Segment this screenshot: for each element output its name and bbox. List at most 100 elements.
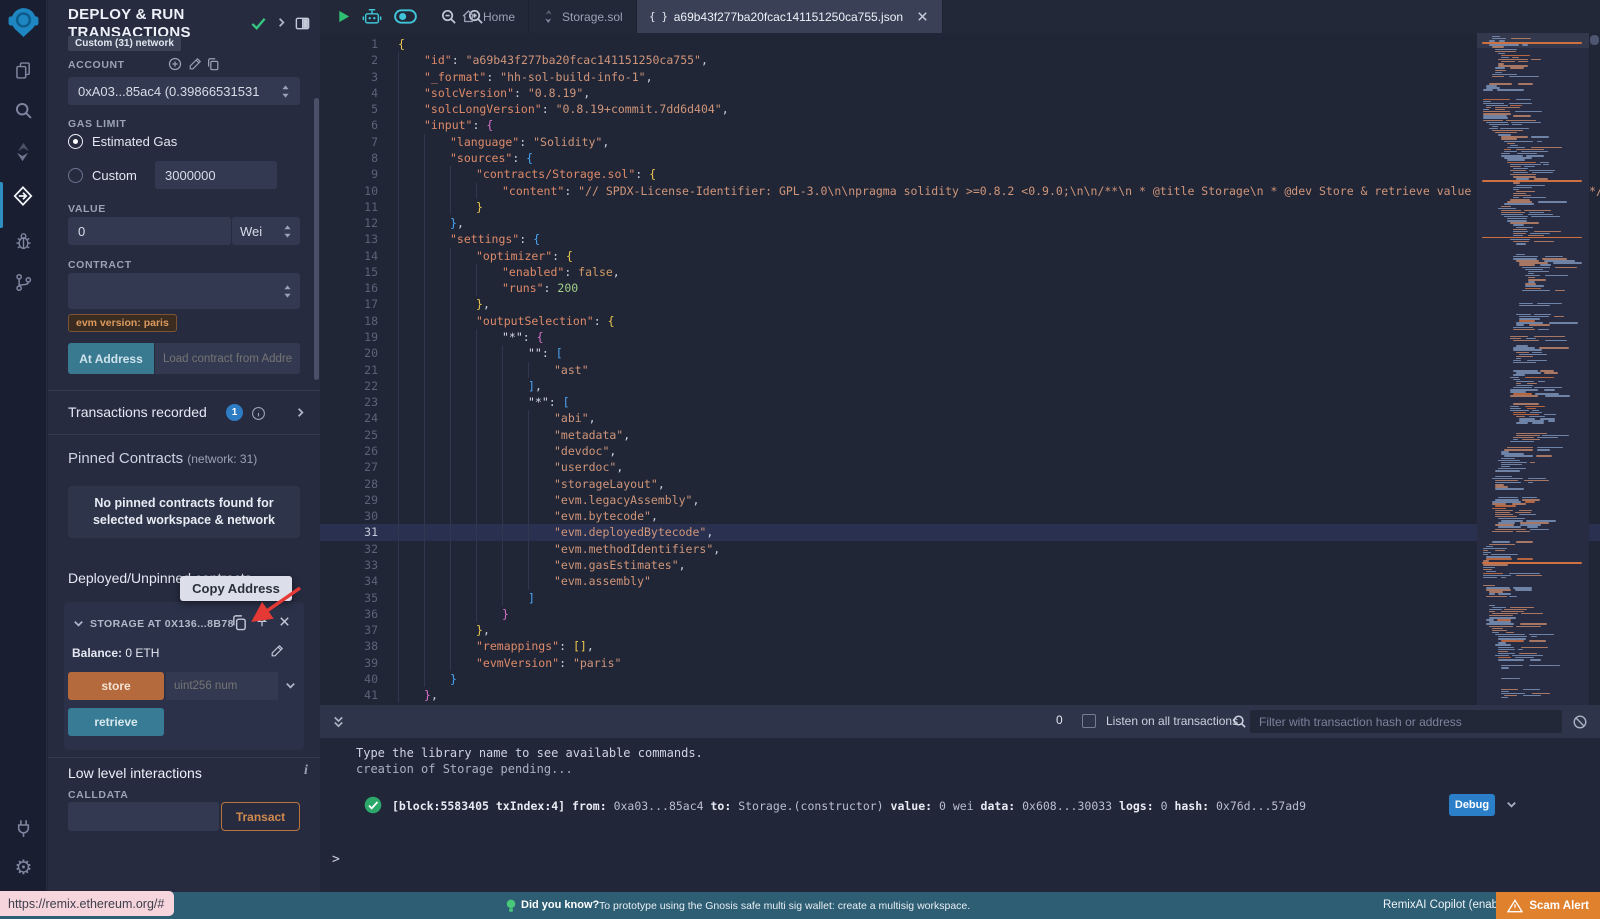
line-number[interactable]: 8 bbox=[320, 150, 378, 166]
code-line[interactable]: 10"content": "// SPDX-License-Identifier… bbox=[320, 183, 1600, 199]
line-number[interactable]: 10 bbox=[320, 183, 378, 199]
clear-console-icon[interactable] bbox=[1572, 714, 1588, 730]
code-line[interactable]: 3"_format": "hh-sol-build-info-1", bbox=[320, 69, 1600, 85]
line-number[interactable]: 4 bbox=[320, 85, 378, 101]
code-line[interactable]: 31"evm.deployedBytecode", bbox=[320, 524, 1600, 540]
line-number[interactable]: 36 bbox=[320, 606, 378, 622]
line-number[interactable]: 41 bbox=[320, 687, 378, 703]
line-number[interactable]: 30 bbox=[320, 508, 378, 524]
collapse-terminal-icon[interactable] bbox=[332, 714, 345, 730]
code-line[interactable]: 6"input": { bbox=[320, 117, 1600, 133]
code-line[interactable]: 15"enabled": false, bbox=[320, 264, 1600, 280]
code-line[interactable]: 32"evm.methodIdentifiers", bbox=[320, 541, 1600, 557]
code-line[interactable]: 17}, bbox=[320, 296, 1600, 312]
tab-a69b43f277ba20fcac141151250ca755.json[interactable]: { }a69b43f277ba20fcac141151250ca755.json bbox=[637, 0, 943, 33]
code-line[interactable]: 8"sources": { bbox=[320, 150, 1600, 166]
custom-gas-label[interactable]: Custom bbox=[92, 168, 137, 183]
line-number[interactable]: 9 bbox=[320, 166, 378, 182]
code-line[interactable]: 24"abi", bbox=[320, 410, 1600, 426]
code-line[interactable]: 40} bbox=[320, 671, 1600, 687]
code-line[interactable]: 25"metadata", bbox=[320, 427, 1600, 443]
code-line[interactable]: 21"ast" bbox=[320, 362, 1600, 378]
code-line[interactable]: 16"runs": 200 bbox=[320, 280, 1600, 296]
scrollbar-thumb[interactable] bbox=[1590, 35, 1599, 45]
copy-address-icon[interactable] bbox=[231, 614, 248, 631]
code-line[interactable]: 20"": [ bbox=[320, 345, 1600, 361]
expand-tx-chevron-icon[interactable] bbox=[1505, 798, 1518, 811]
tab-Home[interactable]: Home bbox=[448, 0, 529, 33]
code-line[interactable]: 38"remappings": [], bbox=[320, 638, 1600, 654]
store-arg-input[interactable] bbox=[166, 672, 278, 700]
value-input[interactable] bbox=[68, 217, 231, 245]
code-line[interactable]: 36} bbox=[320, 606, 1600, 622]
line-number[interactable]: 28 bbox=[320, 476, 378, 492]
copy-account-icon[interactable] bbox=[206, 57, 220, 71]
code-line[interactable]: 27"userdoc", bbox=[320, 459, 1600, 475]
code-line[interactable]: 18"outputSelection": { bbox=[320, 313, 1600, 329]
line-number[interactable]: 35 bbox=[320, 590, 378, 606]
rail-item-plugin-manager[interactable] bbox=[0, 818, 46, 839]
code-line[interactable]: 23"*": [ bbox=[320, 394, 1600, 410]
line-number[interactable]: 20 bbox=[320, 345, 378, 361]
contract-instance-label[interactable]: STORAGE AT 0X136...8B78 bbox=[90, 618, 234, 630]
rail-item-search[interactable] bbox=[0, 100, 46, 121]
chevron-right-icon[interactable] bbox=[275, 16, 288, 29]
line-number[interactable]: 39 bbox=[320, 655, 378, 671]
code-line[interactable]: 41}, bbox=[320, 687, 1600, 703]
line-number[interactable]: 12 bbox=[320, 215, 378, 231]
tx-success-check-icon[interactable] bbox=[364, 796, 382, 814]
estimated-gas-label[interactable]: Estimated Gas bbox=[92, 134, 177, 149]
code-line[interactable]: 22], bbox=[320, 378, 1600, 394]
pin-contract-icon[interactable] bbox=[255, 614, 269, 628]
line-number[interactable]: 29 bbox=[320, 492, 378, 508]
code-line[interactable]: 14"optimizer": { bbox=[320, 248, 1600, 264]
line-number[interactable]: 32 bbox=[320, 541, 378, 557]
calldata-input[interactable] bbox=[68, 802, 219, 831]
line-number[interactable]: 25 bbox=[320, 427, 378, 443]
rail-item-debugger[interactable] bbox=[0, 230, 46, 251]
line-number[interactable]: 23 bbox=[320, 394, 378, 410]
load-contract-input[interactable] bbox=[155, 343, 300, 374]
sign-message-icon[interactable] bbox=[188, 57, 202, 71]
editor-scrollbar[interactable] bbox=[1589, 33, 1600, 705]
rail-item-settings[interactable]: ⚙ bbox=[0, 856, 46, 879]
line-number[interactable]: 24 bbox=[320, 410, 378, 426]
line-number[interactable]: 19 bbox=[320, 329, 378, 345]
terminal-output[interactable]: Type the library name to see available c… bbox=[320, 738, 1600, 892]
code-line[interactable]: 5"solcLongVersion": "0.8.19+commit.7dd6d… bbox=[320, 101, 1600, 117]
run-script-icon[interactable] bbox=[336, 9, 351, 24]
stepper-icon[interactable] bbox=[281, 83, 290, 100]
code-line[interactable]: 2"id": "a69b43f277ba20fcac141151250ca755… bbox=[320, 52, 1600, 68]
transaction-filter-input[interactable] bbox=[1250, 710, 1562, 733]
line-number[interactable]: 27 bbox=[320, 459, 378, 475]
code-editor[interactable]: 1{2"id": "a69b43f277ba20fcac141151250ca7… bbox=[320, 33, 1600, 705]
code-line[interactable]: 12}, bbox=[320, 215, 1600, 231]
line-number[interactable]: 15 bbox=[320, 264, 378, 280]
minimap[interactable] bbox=[1477, 33, 1589, 705]
line-number[interactable]: 21 bbox=[320, 362, 378, 378]
close-icon[interactable] bbox=[278, 615, 291, 628]
copilot-toggle-icon[interactable] bbox=[393, 8, 418, 25]
code-line[interactable]: 4"solcVersion": "0.8.19", bbox=[320, 85, 1600, 101]
line-number[interactable]: 16 bbox=[320, 280, 378, 296]
tab-Storage.sol[interactable]: Storage.sol bbox=[529, 0, 637, 33]
info-icon[interactable] bbox=[251, 406, 266, 421]
code-line[interactable]: 13"settings": { bbox=[320, 231, 1600, 247]
line-number[interactable]: 1 bbox=[320, 36, 378, 52]
store-button[interactable]: store bbox=[68, 672, 164, 700]
retrieve-button[interactable]: retrieve bbox=[68, 708, 164, 736]
code-line[interactable]: 29"evm.legacyAssembly", bbox=[320, 492, 1600, 508]
info-icon[interactable]: i bbox=[304, 763, 308, 779]
chevron-right-icon[interactable] bbox=[294, 406, 307, 419]
line-number[interactable]: 5 bbox=[320, 101, 378, 117]
line-number[interactable]: 37 bbox=[320, 622, 378, 638]
code-line[interactable]: 26"devdoc", bbox=[320, 443, 1600, 459]
line-number[interactable]: 7 bbox=[320, 134, 378, 150]
line-number[interactable]: 2 bbox=[320, 52, 378, 68]
chevron-down-icon[interactable] bbox=[72, 617, 85, 630]
code-line[interactable]: 35] bbox=[320, 590, 1600, 606]
transact-button[interactable]: Transact bbox=[221, 802, 300, 831]
rail-item-git[interactable] bbox=[0, 272, 46, 293]
scam-alert-button[interactable]: Scam Alert bbox=[1496, 892, 1600, 919]
listen-all-label[interactable]: Listen on all transactions bbox=[1106, 714, 1238, 728]
